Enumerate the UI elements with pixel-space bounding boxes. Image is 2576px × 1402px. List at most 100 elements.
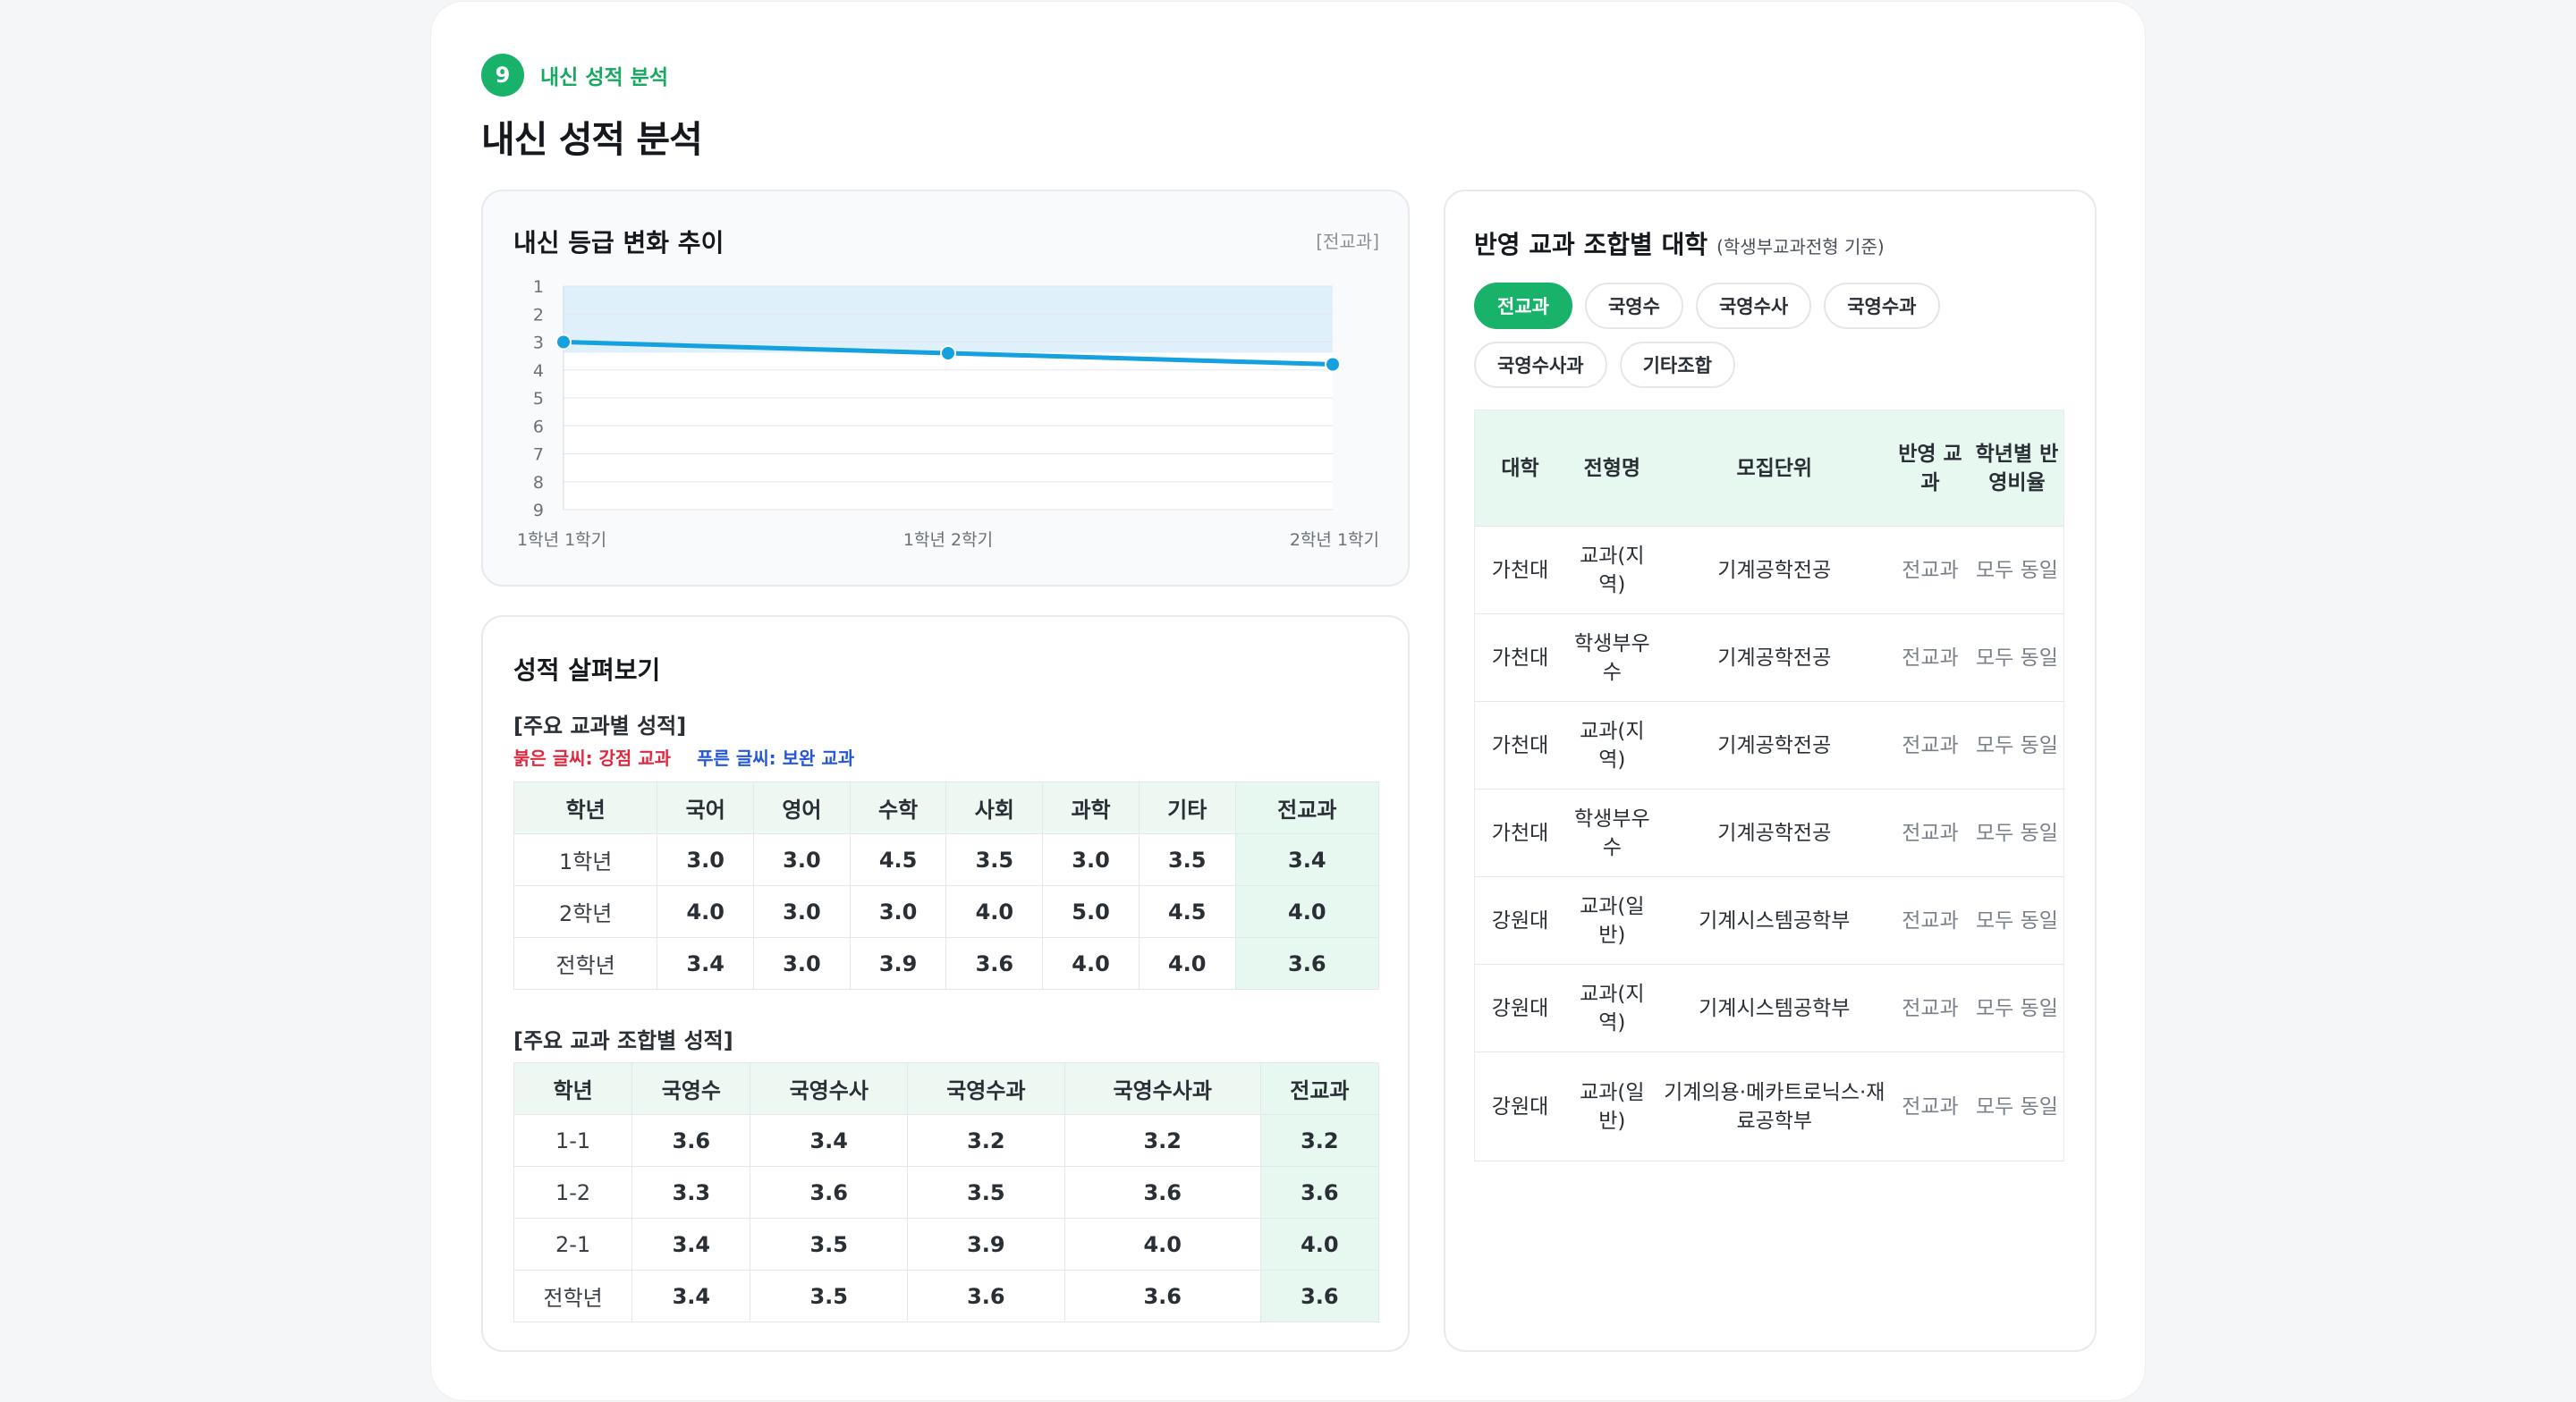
column-header: 국어 bbox=[657, 781, 755, 834]
university-cell: 전교과 bbox=[1889, 789, 1970, 877]
column-header: 국영수사과 bbox=[1063, 1062, 1261, 1115]
grade-cell: 4.0 bbox=[657, 885, 755, 938]
combo-chip[interactable]: 전교과 bbox=[1474, 283, 1572, 329]
grade-cell: 3.2 bbox=[907, 1114, 1065, 1167]
grade-cell: 3.5 bbox=[750, 1270, 909, 1322]
strength-legend: 붉은 글씨: 강점 교과 bbox=[513, 747, 672, 769]
table-row: 1학년 3.0 3.0 4.5 3.5 3.0 3.5 3.4 bbox=[513, 833, 1380, 886]
column-header: 국영수 bbox=[631, 1062, 751, 1115]
column-header: 대학 bbox=[1474, 410, 1566, 527]
row-header-cell: 전학년 bbox=[513, 937, 658, 990]
table-row: 전학년 3.4 3.0 3.9 3.6 4.0 4.0 3.6 bbox=[513, 937, 1380, 990]
column-header: 사회 bbox=[945, 781, 1044, 834]
row-header-cell: 1학년 bbox=[513, 833, 658, 886]
x-tick-label: 2학년 1학기 bbox=[1290, 530, 1379, 550]
combo-filter-chips: 전교과 국영수 국영수사 국영수과국영수사과 기타조합 bbox=[1474, 283, 2082, 401]
column-header: 기타 bbox=[1138, 781, 1236, 834]
university-cell: 학생부우수 bbox=[1565, 613, 1659, 702]
grade-cell: 4.5 bbox=[849, 833, 947, 886]
university-table: 대학 전형명 모집단위 반영 교과 학년별 반영비율 가천대 교과(지역) 기계공학전공 전교… bbox=[1474, 410, 2064, 1161]
subject-grade-table: 학년 국어 영어 수학 사회 과학 기타 전교과 1학년 3.0 3.0 4.5 3.5 3.0 3.5 3… bbox=[513, 781, 1380, 990]
weakness-legend: 푸른 글씨: 보완 교과 bbox=[697, 747, 855, 769]
y-tick-label: 3 bbox=[533, 334, 544, 353]
grade-cell: 3.9 bbox=[907, 1218, 1065, 1271]
university-cell: 모두 동일 bbox=[1970, 526, 2064, 614]
y-tick-label: 4 bbox=[533, 361, 544, 381]
grade-cell: 3.0 bbox=[753, 885, 851, 938]
grade-detail-panel: 성적 살펴보기 [주요 교과별 성적] 붉은 글씨: 강점 교과 푸른 글씨: … bbox=[481, 615, 1410, 1352]
combo-grade-title: [주요 교과 조합별 성적] bbox=[513, 1028, 733, 1053]
combo-chip[interactable]: 국영수사 bbox=[1695, 283, 1812, 329]
combo-chip[interactable]: 기타조합 bbox=[1619, 342, 1735, 388]
university-title-text: 반영 교과 조합별 대학 bbox=[1474, 230, 1708, 259]
column-header: 학년 bbox=[513, 1062, 633, 1115]
table-row: 1-2 3.3 3.6 3.5 3.6 3.6 bbox=[513, 1166, 1380, 1219]
combo-chip[interactable]: 국영수 bbox=[1584, 283, 1683, 329]
grade-cell: 3.6 bbox=[1259, 1166, 1380, 1219]
grade-cell: 3.5 bbox=[750, 1218, 909, 1271]
combo-chip[interactable]: 국영수과 bbox=[1824, 283, 1940, 329]
row-header-cell: 2-1 bbox=[513, 1218, 633, 1271]
column-header: 학년 bbox=[513, 781, 658, 834]
row-header-cell: 1-1 bbox=[513, 1114, 633, 1167]
university-cell: 강원대 bbox=[1474, 1052, 1566, 1161]
table-row: 2학년 4.0 3.0 3.0 4.0 5.0 4.5 4.0 bbox=[513, 885, 1380, 938]
column-header: 과학 bbox=[1042, 781, 1140, 834]
grade-cell: 3.4 bbox=[631, 1218, 751, 1271]
grade-trend-panel: 내신 등급 변화 추이 [전교과] 1 2 3 4 5 6 7 8 9 1학년 1학기 1학년 2학… bbox=[481, 190, 1410, 587]
university-cell: 교과(지역) bbox=[1565, 526, 1659, 614]
grade-cell: 3.5 bbox=[907, 1166, 1065, 1219]
university-cell: 가천대 bbox=[1474, 613, 1566, 702]
grade-cell: 3.0 bbox=[657, 833, 755, 886]
university-cell: 모두 동일 bbox=[1970, 613, 2064, 702]
combo-grade-table: 학년 국영수 국영수사 국영수과 국영수사과 전교과 1-1 3.6 3.4 3.2 3.2 3.2… bbox=[513, 1062, 1380, 1322]
row-header-cell: 1-2 bbox=[513, 1166, 633, 1219]
y-tick-label: 9 bbox=[533, 501, 544, 520]
grade-cell: 3.2 bbox=[1259, 1114, 1380, 1167]
grade-cell: 3.6 bbox=[907, 1270, 1065, 1322]
row-header-cell: 2학년 bbox=[513, 885, 658, 938]
column-header: 반영 교과 bbox=[1889, 410, 1970, 527]
table-row: 가천대 학생부우수 기계공학전공 전교과 모두 동일 bbox=[1474, 613, 2064, 702]
table-row: 가천대 학생부우수 기계공학전공 전교과 모두 동일 bbox=[1474, 789, 2064, 877]
university-panel: 반영 교과 조합별 대학 (학생부교과전형 기준) 전교과 국영수 국영수사 국영수과국… bbox=[1444, 190, 2097, 1352]
grade-detail-title: 성적 살펴보기 bbox=[513, 655, 661, 685]
university-cell: 기계공학전공 bbox=[1658, 613, 1890, 702]
university-cell: 전교과 bbox=[1889, 876, 1970, 965]
university-cell: 기계시스템공학부 bbox=[1658, 876, 1890, 965]
table-row: 전학년 3.4 3.5 3.6 3.6 3.6 bbox=[513, 1270, 1380, 1322]
table-row: 1-1 3.6 3.4 3.2 3.2 3.2 bbox=[513, 1114, 1380, 1167]
grade-cell: 3.6 bbox=[945, 937, 1044, 990]
table-header-row: 학년 국영수 국영수사 국영수과 국영수사과 전교과 bbox=[513, 1062, 1380, 1115]
university-cell: 교과(일반) bbox=[1565, 876, 1659, 965]
table-row: 강원대 교과(지역) 기계시스템공학부 전교과 모두 동일 bbox=[1474, 964, 2064, 1052]
column-header: 학년별 반영비율 bbox=[1970, 410, 2064, 527]
university-cell: 가천대 bbox=[1474, 701, 1566, 790]
grade-cell: 4.5 bbox=[1138, 885, 1236, 938]
column-header: 수학 bbox=[849, 781, 947, 834]
grade-cell: 4.0 bbox=[945, 885, 1044, 938]
grade-trend-point bbox=[555, 334, 572, 350]
subject-grade-title: [주요 교과별 성적] bbox=[513, 714, 687, 739]
table-header-row: 학년 국어 영어 수학 사회 과학 기타 전교과 bbox=[513, 781, 1380, 834]
page-title: 내신 성적 분석 bbox=[481, 118, 703, 161]
university-cell: 교과(지역) bbox=[1565, 701, 1659, 790]
university-title: 반영 교과 조합별 대학 (학생부교과전형 기준) bbox=[1474, 225, 1885, 261]
column-header: 전교과 bbox=[1234, 781, 1380, 834]
university-cell: 기계의용·메카트로닉스·재료공학부 bbox=[1658, 1052, 1890, 1161]
grade-cell: 3.4 bbox=[657, 937, 755, 990]
y-tick-label: 8 bbox=[533, 473, 544, 493]
grade-cell: 3.4 bbox=[750, 1114, 909, 1167]
grade-cell: 3.6 bbox=[1234, 937, 1380, 990]
combo-chip[interactable]: 국영수사과 bbox=[1474, 342, 1607, 388]
university-cell: 학생부우수 bbox=[1565, 789, 1659, 877]
university-cell: 기계시스템공학부 bbox=[1658, 964, 1890, 1052]
column-header: 모집단위 bbox=[1658, 410, 1890, 527]
table-row: 2-1 3.4 3.5 3.9 4.0 4.0 bbox=[513, 1218, 1380, 1271]
table-row: 강원대 교과(일반) 기계의용·메카트로닉스·재료공학부 전교과 모두 동일 bbox=[1474, 1052, 2064, 1161]
university-cell: 모두 동일 bbox=[1970, 876, 2064, 965]
grade-cell: 3.5 bbox=[945, 833, 1044, 886]
university-cell: 교과(지역) bbox=[1565, 964, 1659, 1052]
step-label: 내신 성적 분석 bbox=[540, 66, 668, 89]
grade-cell: 3.0 bbox=[1042, 833, 1140, 886]
